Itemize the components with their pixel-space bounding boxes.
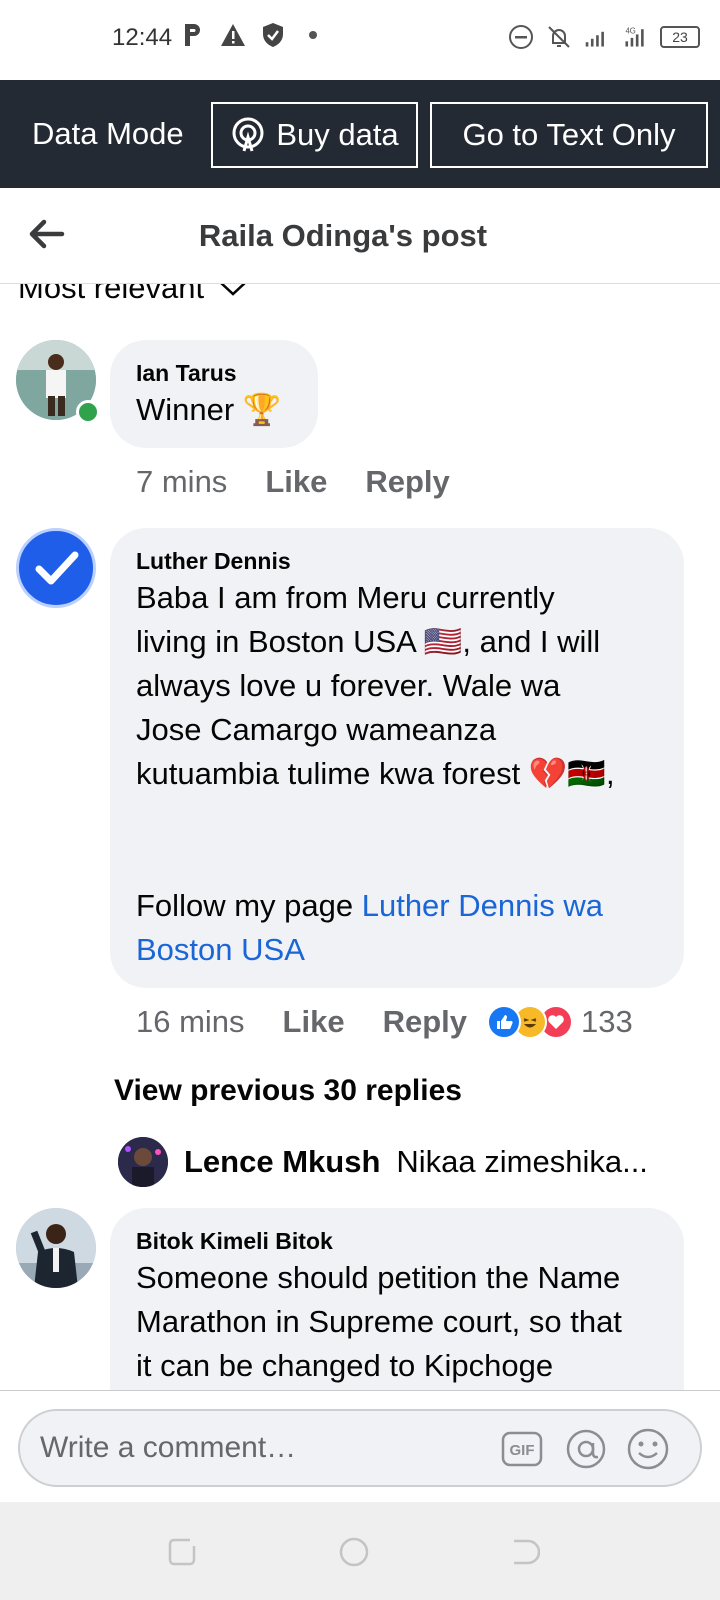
warning-icon [220,22,246,48]
sort-label: Most relevant [18,284,205,305]
mention-icon[interactable] [564,1427,608,1471]
comment-time: 7 mins [136,464,228,499]
avatar[interactable] [16,1208,96,1288]
page-link[interactable]: Luther Dennis wa [362,888,603,923]
back-nav-icon[interactable] [508,1536,541,1568]
comment-author[interactable]: Luther Dennis [136,548,291,575]
emoji-icon[interactable] [626,1427,670,1471]
like-button[interactable]: Like [265,464,327,500]
reply-preview[interactable]: Lence Mkush Nikaa zimeshika... [118,1137,648,1187]
chevron-down-icon [218,284,248,297]
parking-icon [180,22,206,48]
comment-line: it can be changed to Kipchoge [136,1348,554,1383]
data-mode-label: Data Mode [32,116,184,151]
like-reaction-icon [487,1005,521,1039]
reaction-count: 133 [581,1004,633,1039]
data-mode-bar: Data Mode Buy data Go to Text Only [0,80,720,188]
gif-label: GIF [510,1442,535,1459]
signal-icon [584,24,610,50]
status-left-icons [180,22,326,48]
buy-data-button[interactable]: Buy data [211,102,418,168]
sort-dropdown[interactable]: Most relevant [18,284,248,306]
comment-actions: 16 mins Like Reply 133 [136,1004,633,1040]
comment-author[interactable]: Bitok Kimeli Bitok [136,1228,333,1255]
comment-line: Jose Camargo wameanza [136,712,497,747]
status-right-icons: 4G 23 [508,24,700,50]
comment-line: always love u forever. Wale wa [136,668,561,703]
home-icon[interactable] [338,1536,370,1568]
comment-line: Baba I am from Meru currently [136,580,555,615]
avatar [118,1137,168,1187]
reply-button[interactable]: Reply [365,464,449,500]
reply-text: Nikaa zimeshika... [396,1144,648,1179]
follow-prefix: Follow my page [136,888,362,923]
comment-bubble[interactable]: Luther Dennis Baba I am from Meru curren… [110,528,684,988]
recent-apps-icon[interactable] [166,1536,198,1568]
comment-line: living in Boston USA 🇺🇸, and I will [136,624,601,659]
view-previous-replies-link[interactable]: View previous 30 replies [114,1074,462,1108]
hotspot-icon [230,117,266,153]
comment-composer-area: GIF [0,1390,720,1502]
like-button[interactable]: Like [283,1004,345,1040]
comment-text: Winner 🏆 [136,392,282,427]
do-not-disturb-icon [508,24,534,50]
comment-follow-line: Follow my page Luther Dennis wa [136,884,603,928]
status-time: 12:44 [112,24,173,51]
status-bar: 12:44 4G 23 [0,0,720,80]
svg-text:4G: 4G [625,27,635,36]
comment-composer[interactable]: GIF [18,1409,702,1487]
comment-line: Marathon in Supreme court, so that [136,1304,622,1339]
battery-indicator: 23 [660,26,700,48]
post-header: Raila Odinga's post [0,188,720,284]
comment-actions: 7 mins Like Reply [136,464,450,500]
text-only-label: Go to Text Only [462,117,676,152]
buy-data-label: Buy data [276,117,399,152]
reaction-summary[interactable]: 133 [487,1004,633,1040]
comment-author[interactable]: Ian Tarus [136,360,237,387]
comment-time: 16 mins [136,1004,245,1039]
muted-bell-icon [546,24,572,50]
page-link-continued[interactable]: Boston USA [136,928,305,972]
comment-bubble[interactable]: Bitok Kimeli Bitok Someone should petiti… [110,1208,684,1390]
online-status-indicator [76,400,100,424]
comment-bubble[interactable]: Ian Tarus Winner 🏆 [110,340,318,448]
page-title: Raila Odinga's post [198,218,488,253]
dot-icon [300,22,326,48]
reply-author: Lence Mkush [184,1144,381,1179]
system-nav-bar [0,1502,720,1600]
comment-line: Someone should petition the Name [136,1260,621,1295]
reply-button[interactable]: Reply [383,1004,467,1040]
signal-4g-icon: 4G [622,24,648,50]
shield-icon [260,22,286,48]
comment-line: kutuambia tulime kwa forest 💔🇰🇪, [136,756,615,791]
avatar[interactable] [16,528,96,608]
comments-list: Most relevant Ian Tarus Winner 🏆 7 mins … [0,284,720,1390]
gif-icon[interactable]: GIF [500,1427,544,1471]
text-only-button[interactable]: Go to Text Only [430,102,708,168]
comment-input[interactable] [40,1423,480,1473]
